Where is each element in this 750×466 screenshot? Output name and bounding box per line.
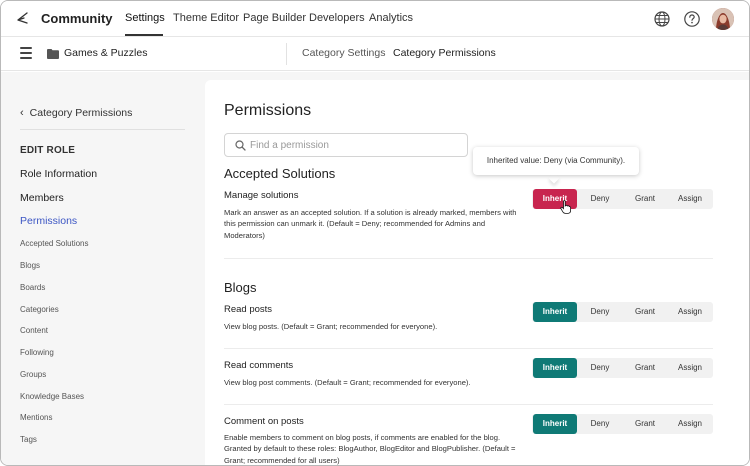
nav-settings[interactable]: Settings <box>125 12 165 24</box>
sidebar-subitem-groups[interactable]: Groups <box>20 370 46 379</box>
page-body: ‹ Category Permissions EDIT ROLE Role Inf… <box>1 72 749 465</box>
tab-category-permissions[interactable]: Category Permissions <box>393 47 496 59</box>
deny-button[interactable]: Deny <box>578 414 622 434</box>
permission-name: Read comments <box>224 360 294 371</box>
permission-toggle: Inherit Deny Grant Assign <box>532 414 713 434</box>
category-bar: Games & Puzzles Category Settings Catego… <box>1 37 749 71</box>
permission-toggle: Inherit Deny Grant Assign <box>532 358 713 378</box>
sidebar-subitem-knowledge-bases[interactable]: Knowledge Bases <box>20 392 84 401</box>
search-box <box>224 133 468 157</box>
permission-description: Enable members to comment on blog posts,… <box>224 433 516 465</box>
back-link-label: Category Permissions <box>29 107 133 119</box>
nav-page-builder[interactable]: Page Builder <box>243 12 306 24</box>
active-nav-indicator <box>125 34 163 36</box>
divider <box>20 129 185 130</box>
tab-category-settings[interactable]: Category Settings <box>302 47 385 59</box>
help-icon[interactable] <box>683 10 701 28</box>
sidebar-subitem-blogs[interactable]: Blogs <box>20 261 40 270</box>
sidebar-subitem-following[interactable]: Following <box>20 348 54 357</box>
sidebar-subitem-content[interactable]: Content <box>20 326 48 335</box>
assign-button[interactable]: Assign <box>668 358 712 378</box>
sidebar-heading: EDIT ROLE <box>20 145 76 156</box>
permission-name: Comment on posts <box>224 416 304 427</box>
deny-button[interactable]: Deny <box>578 302 622 322</box>
divider <box>224 348 713 349</box>
globe-icon[interactable] <box>653 10 671 28</box>
chevron-left-icon: ‹ <box>20 107 24 119</box>
grant-button[interactable]: Grant <box>623 358 667 378</box>
folder-icon <box>47 49 59 59</box>
deny-button[interactable]: Deny <box>578 358 622 378</box>
deny-button[interactable]: Deny <box>578 189 622 209</box>
permission-toggle: Inherit Deny Grant Assign <box>532 302 713 322</box>
sidebar-subitem-accepted-solutions[interactable]: Accepted Solutions <box>20 239 89 248</box>
sidebar-item-role-information[interactable]: Role Information <box>20 168 97 180</box>
grant-button[interactable]: Grant <box>623 189 667 209</box>
community-logo-icon[interactable] <box>16 11 30 25</box>
nav-theme-editor[interactable]: Theme Editor <box>173 12 239 24</box>
sidebar-subitem-tags[interactable]: Tags <box>20 435 37 444</box>
permission-name: Manage solutions <box>224 190 299 201</box>
sidebar-item-members[interactable]: Members <box>20 192 64 204</box>
hand-cursor-icon <box>560 200 571 214</box>
permission-name: Read posts <box>224 304 273 315</box>
divider <box>224 258 713 259</box>
sidebar-subitem-boards[interactable]: Boards <box>20 283 45 292</box>
nav-analytics[interactable]: Analytics <box>369 12 413 24</box>
top-nav: Community Settings Theme Editor Page Bui… <box>1 1 749 37</box>
brand-name[interactable]: Community <box>41 11 113 26</box>
avatar[interactable] <box>712 8 734 30</box>
permission-description: View blog posts. (Default = Grant; recom… <box>224 322 438 331</box>
grant-button[interactable]: Grant <box>623 414 667 434</box>
divider <box>286 43 287 65</box>
inherit-tooltip: Inherited value: Deny (via Community). <box>473 147 639 175</box>
assign-button[interactable]: Assign <box>668 189 712 209</box>
app-window: Community Settings Theme Editor Page Bui… <box>0 0 750 466</box>
permissions-panel: Permissions Accepted Solutions Manage so… <box>205 80 749 465</box>
section-title-accepted-solutions: Accepted Solutions <box>224 166 336 181</box>
menu-icon[interactable] <box>20 47 32 59</box>
inherit-button[interactable]: Inherit <box>533 302 577 322</box>
permission-description: View blog post comments. (Default = Gran… <box>224 378 471 387</box>
section-title-blogs: Blogs <box>224 280 257 295</box>
breadcrumb[interactable]: Games & Puzzles <box>64 47 147 59</box>
search-input[interactable] <box>250 137 460 153</box>
grant-button[interactable]: Grant <box>623 302 667 322</box>
sidebar-subitem-categories[interactable]: Categories <box>20 305 59 314</box>
back-link[interactable]: ‹ Category Permissions <box>20 107 132 119</box>
sidebar-item-permissions[interactable]: Permissions <box>20 215 77 227</box>
permission-description: Mark an answer as an accepted solution. … <box>224 208 517 240</box>
search-icon <box>235 140 246 151</box>
page-title: Permissions <box>224 102 312 119</box>
nav-developers[interactable]: Developers <box>309 12 365 24</box>
assign-button[interactable]: Assign <box>668 302 712 322</box>
inherit-button[interactable]: Inherit <box>533 414 577 434</box>
assign-button[interactable]: Assign <box>668 414 712 434</box>
sidebar-subitem-mentions[interactable]: Mentions <box>20 413 52 422</box>
sidebar: ‹ Category Permissions EDIT ROLE Role Inf… <box>1 72 201 465</box>
inherit-button[interactable]: Inherit <box>533 358 577 378</box>
divider <box>224 404 713 405</box>
